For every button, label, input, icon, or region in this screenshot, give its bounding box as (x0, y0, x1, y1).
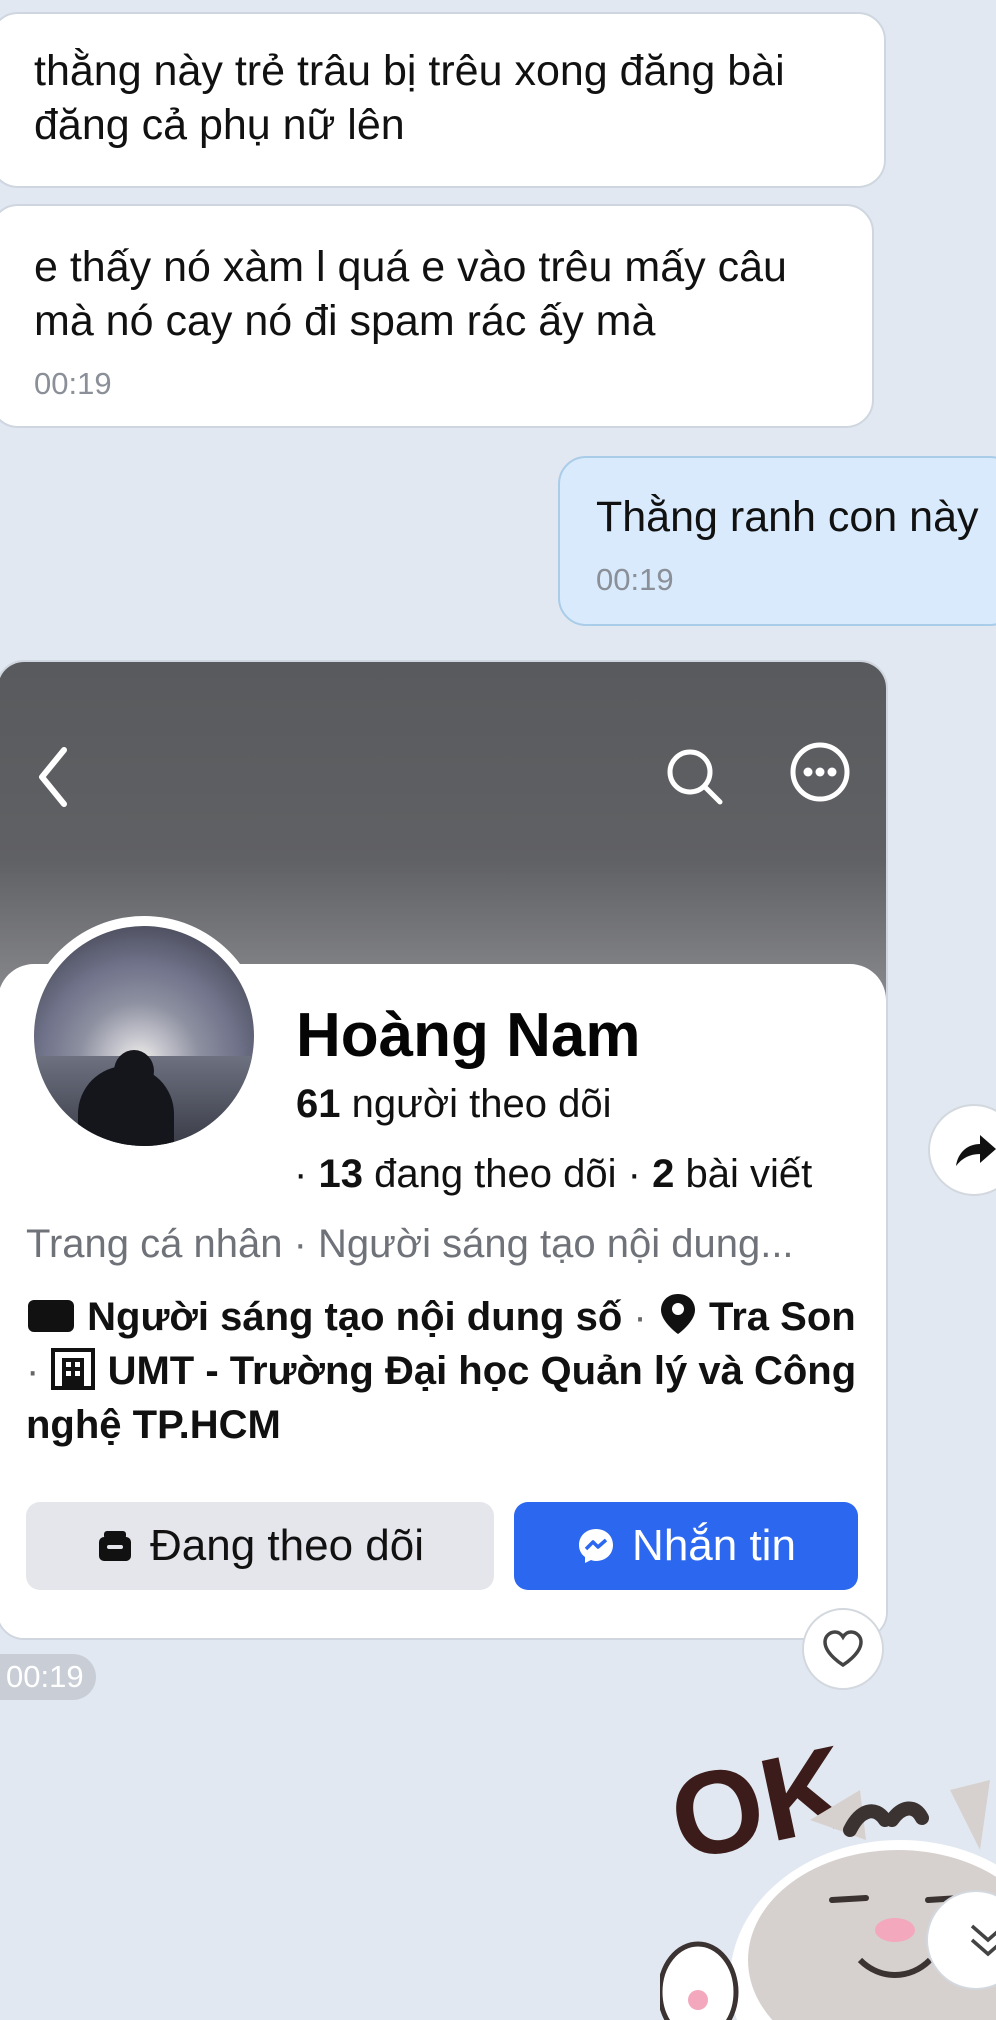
shared-profile-card[interactable] (0, 660, 888, 1640)
school-building-icon (51, 1348, 96, 1390)
posts-count: 2 (652, 1152, 675, 1196)
incoming-message[interactable]: thằng này trẻ trâu bị trêu xong đăng bài… (0, 12, 886, 188)
following-label: đang theo dõi (374, 1152, 617, 1196)
outgoing-message[interactable]: Thằng ranh con này 00:19 (558, 456, 996, 626)
more-icon[interactable] (788, 740, 852, 804)
back-icon[interactable] (34, 742, 74, 812)
detail-creator: Người sáng tạo nội dung số (87, 1295, 623, 1339)
following-icon (99, 1531, 131, 1561)
detail-location: Tra Son (708, 1295, 856, 1339)
following-button[interactable]: Đang theo dõi (26, 1502, 494, 1590)
share-button[interactable] (928, 1104, 996, 1196)
message-button[interactable]: Nhắn tin (514, 1502, 858, 1590)
location-pin-icon (660, 1294, 695, 1334)
message-text: thằng này trẻ trâu bị trêu xong đăng bài (34, 47, 785, 95)
followers-stat: 61 người theo dõi (296, 1082, 611, 1127)
incoming-message[interactable]: e thấy nó xàm l quá e vào trêu mấy câu m… (0, 204, 874, 428)
detail-school: UMT - Trường Đại học Quản lý và Công ngh… (26, 1349, 857, 1447)
following-posts-stat: · 13 đang theo dõi · 2 bài viết (294, 1152, 813, 1196)
share-icon (956, 1135, 996, 1166)
message-text: mà nó cay nó đi spam rác ấy mà (34, 297, 656, 345)
heart-icon (823, 1630, 863, 1668)
search-icon[interactable] (662, 744, 728, 810)
messenger-icon (579, 1529, 614, 1563)
following-count: 13 (318, 1152, 363, 1196)
profile-name: Hoàng Nam (296, 1001, 641, 1070)
message-time: 00:19 (0, 1654, 96, 1700)
react-button[interactable] (802, 1608, 884, 1690)
clapperboard-icon (28, 1300, 74, 1332)
avatar[interactable] (34, 926, 254, 1146)
message-text: Thằng ranh con này (596, 493, 979, 541)
followers-count: 61 (296, 1082, 341, 1126)
message-button-label: Nhắn tin (632, 1521, 796, 1570)
message-text: đăng cả phụ nữ lên (34, 101, 405, 149)
chevron-down-icon (970, 1924, 996, 1957)
profile-category: Trang cá nhân · Người sáng tạo nội dung.… (26, 1222, 794, 1266)
message-time: 00:19 (34, 366, 112, 401)
posts-label: bài viết (685, 1152, 813, 1196)
followers-label: người theo dõi (351, 1082, 612, 1126)
following-button-label: Đang theo dõi (150, 1521, 424, 1570)
message-text: e thấy nó xàm l quá e vào trêu mấy câu (34, 243, 787, 291)
message-time: 00:19 (596, 562, 674, 597)
profile-details: Người sáng tạo nội dung số · Tra Son · U… (26, 1290, 866, 1452)
